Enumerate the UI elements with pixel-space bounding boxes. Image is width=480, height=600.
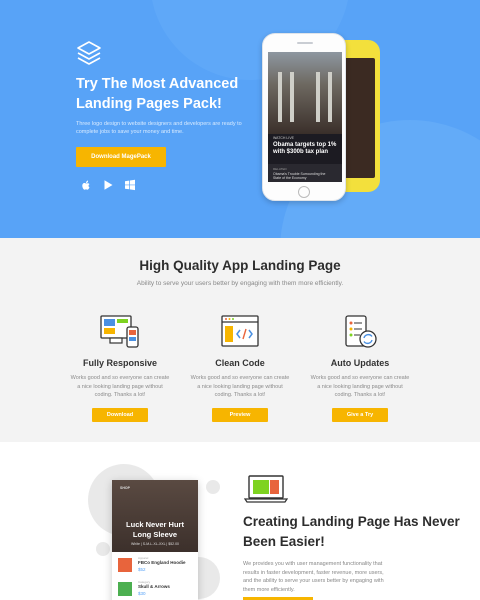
refresh-list-icon (345, 315, 377, 348)
news-footer: RELATED Obama's Trouble Surrounding the … (268, 164, 342, 182)
give-a-try-button[interactable]: Give a Try (332, 408, 388, 422)
product-name: Skull & Arrows (138, 584, 170, 589)
shop-app-header: SHOP Luck Never Hurt Long Sleeve White |… (112, 480, 198, 552)
layers-logo-icon (77, 41, 101, 65)
feature-name: Fully Responsive (82, 358, 158, 368)
section-description: We provides you with user management fun… (243, 561, 384, 593)
features-title: High Quality App Landing Page (139, 258, 341, 273)
hero-title: Try The Most Advanced Landing Pages Pack… (76, 76, 239, 112)
product-name: FBCo England Hoodie (138, 560, 186, 565)
laptop-icon (244, 475, 288, 503)
news-footer-label: RELATED (273, 167, 287, 171)
apple-icon[interactable] (80, 178, 92, 190)
feature-description: Works good and so everyone can create a … (70, 375, 170, 398)
features-subtitle: Ability to serve your users better by en… (136, 280, 344, 287)
list-item: Apparel FBCo England Hoodie $52 (118, 556, 194, 576)
code-window-icon (221, 315, 259, 347)
shop-headline: Luck Never Hurt Long Sleeve (126, 520, 184, 539)
shop-brand: SHOP (120, 486, 130, 490)
feature-name: Auto Updates (330, 358, 390, 368)
hero-description: Three logo design to website designers a… (76, 121, 242, 135)
phone-mockup: WATCH LIVE Obama targets top 1% with $30… (262, 33, 346, 201)
news-footer-text: Obama's Trouble Surrounding the State of… (273, 172, 326, 180)
product-price: $30 (138, 591, 146, 596)
windows-icon[interactable] (124, 178, 136, 191)
play-store-icon[interactable] (102, 178, 114, 190)
download-magepack-button[interactable]: Download MagePack (76, 147, 166, 167)
feature-name: Clean Code (215, 358, 265, 368)
news-tag: WATCH LIVE (273, 136, 295, 140)
feature-description: Works good and so everyone can create a … (190, 375, 290, 398)
hero-section: Try The Most Advanced Landing Pages Pack… (0, 0, 480, 238)
shop-price-line: White | S-M-L-XL-XXL | $52.00 (131, 542, 179, 546)
decor-circle (206, 480, 220, 494)
shop-app-mockup: SHOP Luck Never Hurt Long Sleeve White |… (112, 480, 198, 600)
phone-screen: WATCH LIVE Obama targets top 1% with $30… (268, 52, 342, 182)
builder-section: SHOP Luck Never Hurt Long Sleeve White |… (0, 442, 480, 600)
devices-icon (100, 315, 139, 348)
product-price: $52 (138, 567, 146, 572)
product-thumbnail (118, 582, 132, 596)
section-title: Creating Landing Page Has Never Been Eas… (243, 514, 460, 549)
decor-circle (96, 542, 110, 556)
features-section: High Quality App Landing Page Ability to… (0, 238, 480, 442)
feature-description: Works good and so everyone can create a … (310, 375, 410, 398)
list-item: Category Skull & Arrows $30 (118, 580, 194, 600)
news-headline: Obama targets top 1% with $300b tax plan (273, 142, 337, 155)
preview-button[interactable]: Preview (212, 408, 268, 422)
download-button[interactable]: Download (92, 408, 148, 422)
product-thumbnail (118, 558, 132, 572)
news-photo (268, 52, 342, 134)
phone-home-button (298, 186, 310, 198)
platform-links (80, 178, 136, 191)
phone-speaker (297, 42, 313, 44)
